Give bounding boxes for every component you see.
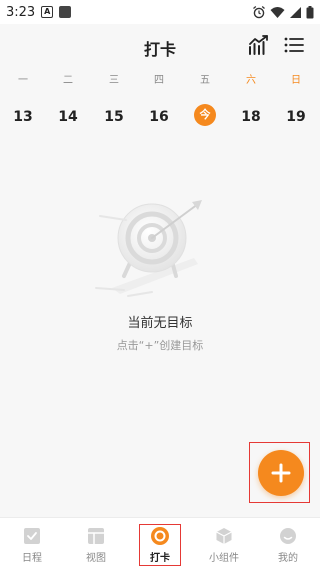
day-thu[interactable]: 四 16 (139, 74, 179, 128)
day-date: 16 (149, 109, 169, 125)
today-badge: 今 (194, 104, 216, 126)
target-illustration-icon (95, 200, 202, 297)
list-menu-icon[interactable] (283, 34, 305, 56)
day-name: 一 (18, 75, 28, 86)
day-mon[interactable]: 一 13 (3, 74, 43, 128)
nav-item-view[interactable]: 视图 (64, 518, 128, 569)
alarm-icon (253, 6, 265, 19)
day-date: 15 (104, 109, 124, 125)
day-date: 13 (13, 109, 33, 125)
trend-chart-icon[interactable] (247, 34, 271, 56)
nav-highlight-outline (139, 524, 181, 566)
app-header: 打卡 (0, 24, 320, 68)
nav-item-schedule[interactable]: 日程 (0, 518, 64, 569)
nav-label: 视图 (86, 553, 106, 564)
day-date: 14 (58, 109, 78, 125)
day-sun[interactable]: 日 19 (276, 74, 316, 128)
empty-state-title: 当前无目标 (127, 316, 193, 331)
status-bar: 3:23 A (0, 0, 320, 24)
day-tue[interactable]: 二 14 (48, 74, 88, 128)
add-target-button[interactable] (258, 450, 304, 496)
day-date: 19 (286, 109, 306, 125)
nav-label: 日程 (22, 553, 42, 564)
status-time: 3:23 (6, 4, 36, 20)
day-name: 五 (200, 75, 210, 86)
layout-icon (86, 526, 106, 546)
week-strip: 一 13 二 14 三 15 四 16 五 今 六 18 日 19 (0, 74, 320, 132)
day-date: 18 (241, 109, 261, 125)
empty-state-subtitle: 点击“+”创建目标 (116, 339, 204, 352)
nav-item-widgets[interactable]: 小组件 (192, 518, 256, 569)
square-icon (59, 6, 72, 18)
a-icon: A (41, 6, 54, 18)
plus-icon (271, 463, 291, 483)
day-fri-today[interactable]: 五 今 (185, 74, 225, 126)
battery-icon (306, 5, 314, 18)
day-name: 四 (154, 75, 164, 86)
day-sat[interactable]: 六 18 (231, 74, 271, 128)
day-wed[interactable]: 三 15 (94, 74, 134, 128)
cube-icon (214, 526, 234, 546)
nav-label: 我的 (278, 553, 298, 564)
nav-item-profile[interactable]: 我的 (256, 518, 320, 569)
day-name: 三 (109, 75, 119, 86)
day-name: 二 (63, 75, 73, 86)
wifi-icon (270, 6, 285, 18)
nav-label: 小组件 (209, 553, 239, 564)
signal-icon (290, 6, 301, 18)
day-name: 日 (291, 75, 301, 86)
smile-face-icon (278, 526, 298, 546)
page-title: 打卡 (143, 40, 176, 59)
check-square-icon (22, 526, 42, 546)
day-name: 六 (246, 75, 256, 86)
